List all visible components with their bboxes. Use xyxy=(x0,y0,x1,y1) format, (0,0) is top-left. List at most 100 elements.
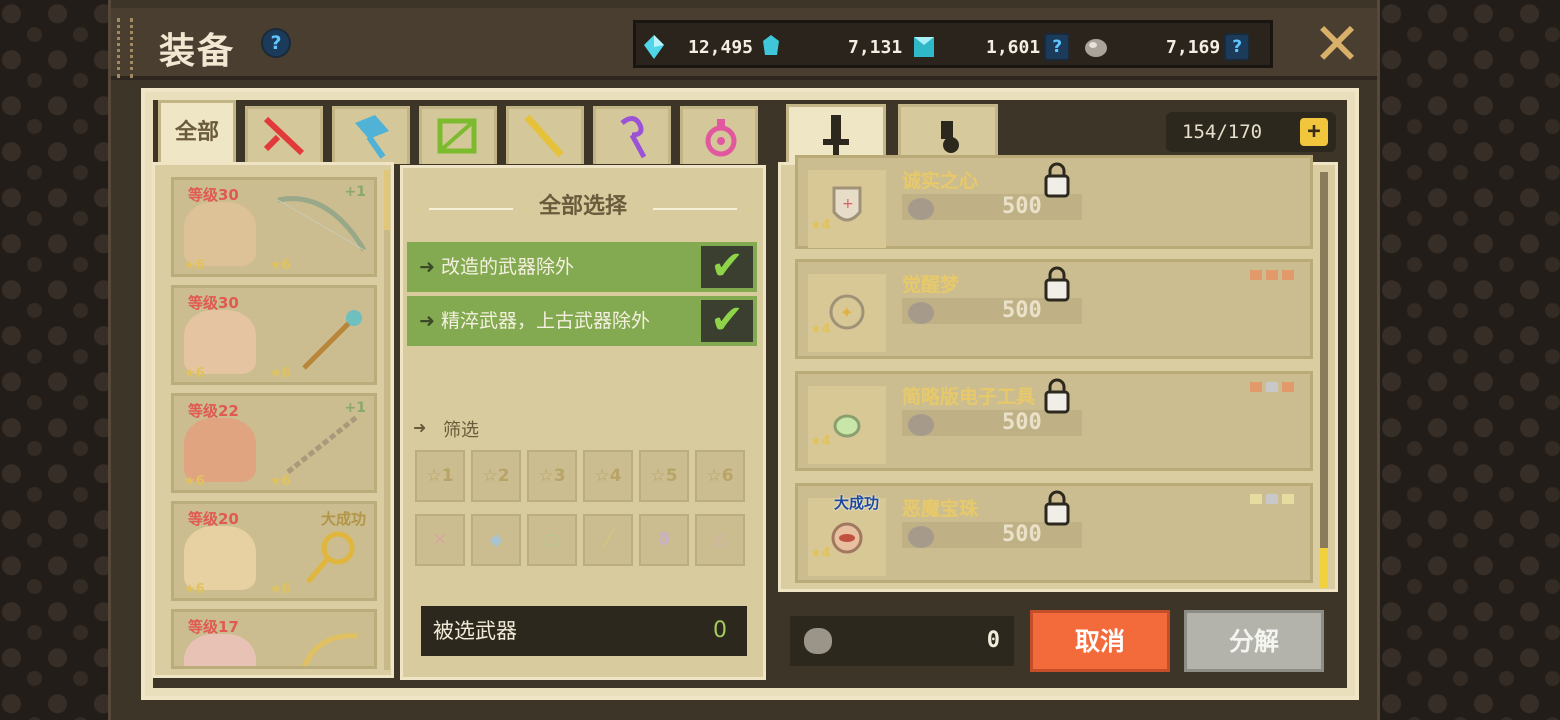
equipment-item[interactable]: 等级17 xyxy=(171,609,377,669)
filter-star-4[interactable]: ☆4 xyxy=(583,450,633,502)
inventory-item[interactable]: 简略版电子工具 500 ★4 xyxy=(795,371,1313,471)
hero-portrait xyxy=(184,418,256,482)
device-item-icon xyxy=(808,386,886,464)
filter-hammer-button[interactable]: ◆ xyxy=(471,514,521,566)
hero-portrait xyxy=(184,202,256,266)
tab-orb[interactable] xyxy=(680,106,758,164)
currency-value: 7,131 xyxy=(848,36,903,58)
checkbox-checked-icon[interactable]: ✔ xyxy=(701,300,753,342)
currency-help-icon[interactable]: ? xyxy=(1224,33,1251,61)
item-name: 恶魔宝珠 xyxy=(902,498,979,520)
equipment-list-scrollbar[interactable] xyxy=(384,170,390,670)
currency-value: 1,601 xyxy=(986,36,1041,58)
selected-count: 0 xyxy=(713,618,727,643)
currency-silver-ore: 7,169 ? xyxy=(1166,31,1251,63)
filter-gun-button[interactable]: ╱ xyxy=(583,514,633,566)
gun-icon: ╱ xyxy=(602,530,614,550)
equipment-item[interactable]: 等级22 +1 ★6 ★6 xyxy=(171,393,377,493)
lock-icon[interactable] xyxy=(1042,162,1072,198)
level-label: 等级22 xyxy=(188,402,239,420)
arrow-icon: ➜ xyxy=(419,256,435,278)
option-exclude-refined[interactable]: ➜ 精淬武器，上古武器除外 ✔ xyxy=(407,296,757,346)
hero-portrait xyxy=(184,310,256,374)
equipment-item[interactable]: 等级20 大成功 ★6 ★6 xyxy=(171,501,377,601)
tab-staff[interactable] xyxy=(593,106,671,164)
currency-value: 12,495 xyxy=(688,36,754,58)
select-all-title[interactable]: 全部选择 xyxy=(403,188,763,220)
close-icon[interactable]: ✕ xyxy=(1311,15,1363,73)
item-name: 简略版电子工具 xyxy=(902,386,1036,408)
level-label: 等级30 xyxy=(188,186,239,204)
option-label: 精淬武器，上古武器除外 xyxy=(441,310,651,332)
filter-star-2[interactable]: ☆2 xyxy=(471,450,521,502)
star-rating: ★6 xyxy=(270,474,291,489)
item-name: 觉醒梦 xyxy=(902,274,960,296)
currency-value: 7,169 xyxy=(1166,36,1221,58)
arrow-icon: ➜ xyxy=(419,310,435,332)
tab-sword[interactable] xyxy=(245,106,323,164)
silver-ore-icon xyxy=(908,414,934,436)
tab-gun[interactable] xyxy=(506,106,584,164)
star-rating: ★6 xyxy=(270,366,291,381)
lock-icon[interactable] xyxy=(1042,266,1072,302)
tab-hammer[interactable] xyxy=(332,106,410,164)
decompose-button[interactable]: 分解 xyxy=(1184,610,1324,672)
star-rating: ★6 xyxy=(184,366,205,381)
star-rating: ★4 xyxy=(810,546,831,561)
option-exclude-modified[interactable]: ➜ 改造的武器除外 ✔ xyxy=(407,242,757,292)
cancel-button[interactable]: 取消 xyxy=(1030,610,1170,672)
lock-icon[interactable] xyxy=(1042,490,1072,526)
tab-bow[interactable] xyxy=(419,106,497,164)
filter-star-5[interactable]: ☆5 xyxy=(639,450,689,502)
inventory-item[interactable]: ✦ 觉醒梦 500 ★4 xyxy=(795,259,1313,359)
silver-ore-icon xyxy=(908,198,934,220)
level-label: 等级17 xyxy=(188,618,239,636)
silver-ore-icon xyxy=(908,302,934,324)
star-rating: ★6 xyxy=(184,582,205,597)
filter-bow-button[interactable]: ◻ xyxy=(527,514,577,566)
selected-weapons-bar: 被选武器 0 xyxy=(421,606,747,656)
inventory-item[interactable]: + 诚实之心 500 ★4 xyxy=(795,155,1313,249)
filter-star-3[interactable]: ☆3 xyxy=(527,450,577,502)
shield-item-icon: + xyxy=(808,170,886,248)
filter-star-1[interactable]: ☆1 xyxy=(415,450,465,502)
star-rating: ★4 xyxy=(810,434,831,449)
star-rating: ★6 xyxy=(184,258,205,273)
filter-star-6[interactable]: ☆6 xyxy=(695,450,745,502)
level-label: 等级20 xyxy=(188,510,239,528)
currency-teal-cube: 1,601 ? xyxy=(986,31,1110,63)
filter-sword-button[interactable]: ✕ xyxy=(415,514,465,566)
filter-staff-button[interactable]: ϑ xyxy=(639,514,689,566)
checkbox-checked-icon[interactable]: ✔ xyxy=(701,246,753,288)
tab-all[interactable]: 全部 xyxy=(158,100,236,164)
harp-weapon-icon xyxy=(301,633,359,666)
background-left xyxy=(0,0,110,720)
expand-inventory-button[interactable]: + xyxy=(1300,118,1328,146)
bow-icon xyxy=(437,118,477,154)
divider xyxy=(653,208,737,210)
sword-icon xyxy=(263,116,305,156)
option-slots xyxy=(1250,494,1294,504)
bow-icon: ◻ xyxy=(544,530,560,550)
cube-gem-icon xyxy=(914,37,935,57)
star-rating: ★6 xyxy=(184,474,205,489)
inventory-capacity: 154/170 + xyxy=(1166,112,1336,152)
gem-shard-icon xyxy=(763,35,780,55)
currency-cyan-gem: 7,131 xyxy=(848,31,938,63)
filter-orb-button[interactable]: △ xyxy=(695,514,745,566)
orb-icon: △ xyxy=(713,530,727,550)
orb-icon xyxy=(705,119,737,157)
equipment-item[interactable]: 等级30 +1 ★6 ★6 xyxy=(171,177,377,277)
help-button[interactable]: ? xyxy=(261,28,291,58)
equipment-item[interactable]: 等级30 ★6 ★6 xyxy=(171,285,377,385)
inventory-item[interactable]: 大成功 恶魔宝珠 500 ★4 xyxy=(795,483,1313,583)
silver-ore-icon xyxy=(908,526,934,548)
top-bar: 装备 ? 12,495 7,131 1,601 ? 7,169 ? ✕ xyxy=(111,8,1377,80)
hero-portrait xyxy=(184,526,256,590)
inventory-scrollbar[interactable] xyxy=(1320,172,1328,588)
option-slots xyxy=(1250,270,1294,280)
lock-icon[interactable] xyxy=(1042,378,1072,414)
currency-help-icon[interactable]: ? xyxy=(1044,33,1071,61)
crystal-icon xyxy=(644,35,664,59)
capacity-value: 154/170 xyxy=(1182,121,1263,143)
